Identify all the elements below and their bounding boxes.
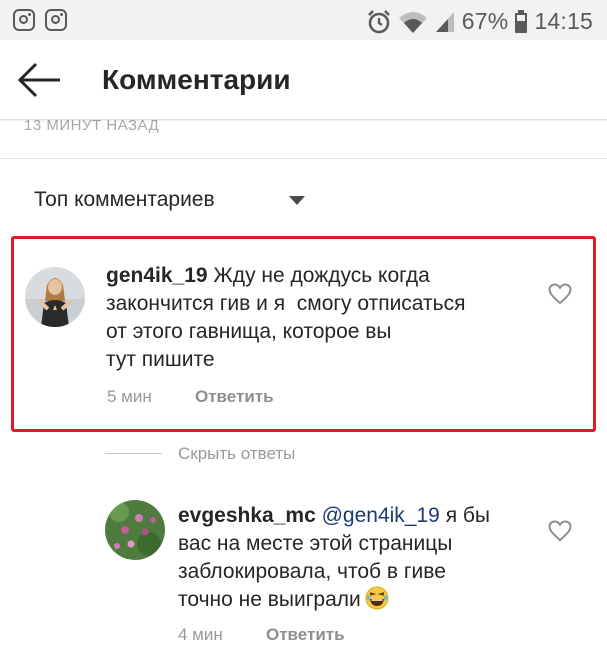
- comment-line: тут пишите: [106, 348, 215, 371]
- reply-username[interactable]: evgeshka_mc: [178, 504, 316, 527]
- comment-username[interactable]: gen4ik_19: [106, 264, 208, 287]
- comment-line: Жду не дождусь когда: [213, 264, 430, 287]
- heart-icon[interactable]: [548, 283, 572, 305]
- laughing-emoji-icon: [365, 586, 389, 610]
- hide-replies-button[interactable]: Скрыть ответы: [178, 444, 295, 464]
- battery-icon: [515, 9, 528, 33]
- reply-button[interactable]: Ответить: [266, 625, 345, 645]
- comment-text: gen4ik_19 Жду не дождусь когда закончитс…: [106, 262, 546, 374]
- top-app-bar: Комментарии: [0, 40, 607, 120]
- page-title: Комментарии: [102, 64, 291, 95]
- reply-line: я бы: [445, 504, 491, 527]
- arrow-left-icon[interactable]: [16, 60, 62, 100]
- comment-line: от этого гавнища, которое вы: [106, 320, 392, 343]
- alarm-icon: [367, 9, 390, 33]
- reply-button[interactable]: Ответить: [195, 387, 274, 407]
- status-bar: 67% 14:15: [0, 0, 607, 40]
- wifi-icon: [398, 11, 427, 33]
- status-time: 14:15: [534, 8, 593, 34]
- comment-time: 5 мин: [107, 387, 152, 406]
- heart-icon[interactable]: [548, 520, 572, 542]
- reply-text: evgeshka_mc @gen4ik_19 я бы вас на месте…: [178, 502, 538, 614]
- instagram-icon: [45, 9, 67, 31]
- battery-percent: 67%: [461, 8, 509, 34]
- sort-dropdown[interactable]: Топ комментариев: [34, 188, 215, 212]
- avatar[interactable]: [25, 267, 85, 327]
- reply-line: вас на месте этой страницы: [178, 532, 453, 555]
- mention-link[interactable]: @gen4ik_19: [322, 504, 440, 527]
- reply-line: заблокировала, чтоб в гиве: [178, 560, 446, 583]
- reply-time: 4 мин: [178, 625, 223, 644]
- signal-icon: [435, 11, 454, 32]
- instagram-icon: [13, 9, 35, 31]
- avatar[interactable]: [105, 500, 165, 560]
- reply-line: точно не выиграли: [178, 588, 361, 611]
- comment-line: закончится гив и я смогу отписаться: [106, 292, 466, 315]
- caret-down-icon[interactable]: [289, 196, 305, 205]
- divider: [0, 158, 607, 159]
- divider: [105, 453, 162, 454]
